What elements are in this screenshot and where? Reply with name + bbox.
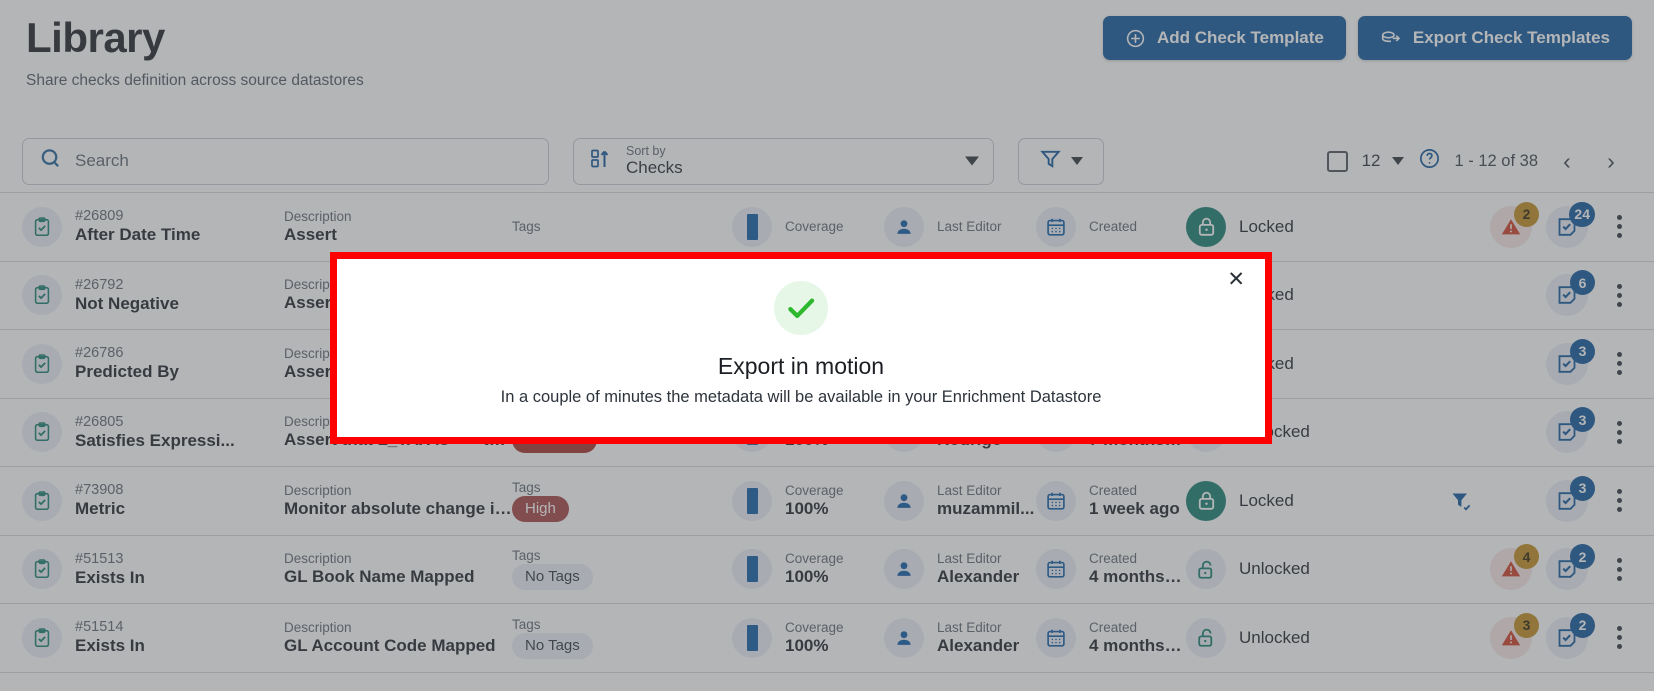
app-root: Library Share checks definition across s… [0, 0, 1654, 691]
success-check-icon [774, 281, 828, 335]
modal-subtitle: In a couple of minutes the metadata will… [500, 388, 1102, 406]
close-icon[interactable]: ✕ [1223, 265, 1249, 294]
modal-title: Export in motion [717, 353, 885, 379]
export-in-motion-dialog: ✕ Export in motion In a couple of minute… [330, 252, 1272, 444]
